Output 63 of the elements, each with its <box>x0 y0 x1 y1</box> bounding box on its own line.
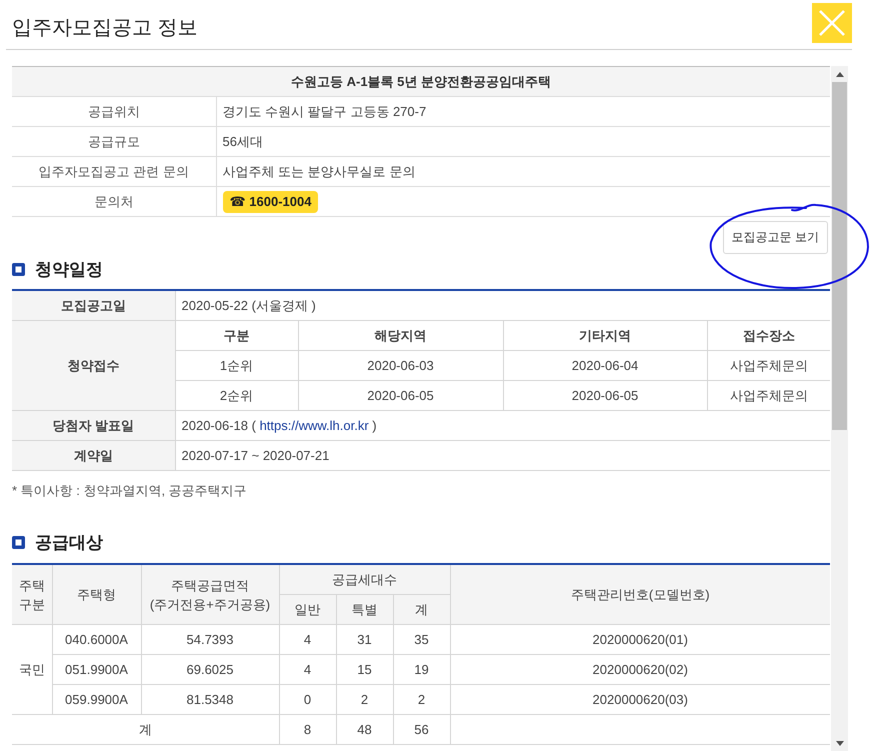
row-label-cell: 공급위치 <box>12 96 216 126</box>
column-header: 공급세대수 <box>279 564 450 594</box>
table-cell: 35 <box>393 624 450 654</box>
table-cell: 0 <box>279 684 336 714</box>
table-cell: 54.7393 <box>141 624 279 654</box>
square-bullet-icon <box>12 536 25 548</box>
table-cell: 2 <box>393 684 450 714</box>
scroll-up-arrow-icon[interactable] <box>836 72 844 76</box>
table-cell: 4 <box>279 654 336 684</box>
table-cell: 19 <box>393 654 450 684</box>
table-cell: 56 <box>393 714 450 744</box>
scroll-down-arrow-icon[interactable] <box>836 740 844 746</box>
table-cell: 56세대 <box>216 126 830 156</box>
column-header: 구분 <box>175 320 298 350</box>
table-cell: 계 <box>12 714 279 744</box>
row-label-cell: 입주자모집공고 관련 문의 <box>12 156 216 186</box>
date-text: 2020-06-18 ( https://www.lh.or.kr ) <box>182 418 377 432</box>
notice-view-button[interactable]: 모집공고문 보기 <box>722 221 828 254</box>
row-label-cell: 모집공고일 <box>12 290 175 320</box>
scrollbar-thumb[interactable] <box>832 82 847 430</box>
dialog-title: 입주자모집공고 정보 <box>12 16 198 41</box>
row-label-cell: 계약일 <box>12 440 175 470</box>
phone-badge: ☎ 1600-1004 <box>222 190 318 212</box>
table-cell: 1순위 <box>175 350 298 380</box>
table-cell: 31 <box>336 624 393 654</box>
note-text: * 특이사항 : 청약과열지역, 공공주택지구 <box>12 482 248 500</box>
table-cell: 사업주체 또는 분양사무실로 문의 <box>216 156 830 186</box>
table-cell: 48 <box>336 714 393 744</box>
row-label-cell: 당첨자 발표일 <box>12 410 175 440</box>
table-cell: 2020-06-04 <box>503 350 707 380</box>
table-cell: 국민 <box>12 624 52 714</box>
website-link[interactable]: https://www.lh.or.kr <box>260 418 369 432</box>
row-label-cell: 문의처 <box>12 186 216 216</box>
section-heading: 청약일정 <box>35 258 103 280</box>
column-header: 특별 <box>336 594 393 624</box>
column-header: 주택관리번호(모델번호) <box>450 564 830 624</box>
table-cell: 2 <box>336 684 393 714</box>
table-cell: 2020-06-05 <box>503 380 707 410</box>
table-cell: 4 <box>279 624 336 654</box>
table-title-cell: 수원고등 A-1블록 5년 분양전환공공임대주택 <box>12 66 830 96</box>
table-cell: 2020-06-05 <box>298 380 503 410</box>
row-label-cell: 공급규모 <box>12 126 216 156</box>
column-header: 계 <box>393 594 450 624</box>
table-cell: 15 <box>336 654 393 684</box>
table-cell: 경기도 수원시 팔달구 고등동 270-7 <box>216 96 830 126</box>
square-bullet-icon <box>12 262 25 276</box>
section-heading: 공급대상 <box>35 532 103 554</box>
table-cell: 81.5348 <box>141 684 279 714</box>
table-cell: 2순위 <box>175 380 298 410</box>
table-cell: 040.6000A <box>52 624 141 654</box>
table-cell: 059.9900A <box>52 684 141 714</box>
table-cell: 2020-06-03 <box>298 350 503 380</box>
close-icon <box>819 10 845 36</box>
column-header: 해당지역 <box>298 320 503 350</box>
table-cell: 69.6025 <box>141 654 279 684</box>
column-header: 일반 <box>279 594 336 624</box>
column-header: 주택 구분 <box>12 564 52 624</box>
table-cell: 8 <box>279 714 336 744</box>
column-header: 주택공급면적 (주거전용+주거공용) <box>141 564 279 624</box>
row-label-cell: 청약접수 <box>12 320 175 410</box>
column-header: 주택형 <box>52 564 141 624</box>
table-cell: 051.9900A <box>52 654 141 684</box>
column-header: 기타지역 <box>503 320 707 350</box>
